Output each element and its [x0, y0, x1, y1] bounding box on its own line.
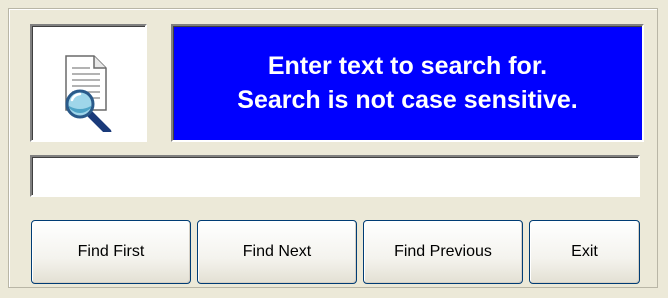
exit-button[interactable]: Exit [529, 220, 640, 284]
message-line-2: Search is not case sensitive. [237, 86, 578, 114]
find-dialog: Enter text to search for. Search is not … [0, 0, 668, 298]
find-next-button[interactable]: Find Next [197, 220, 357, 284]
instruction-message: Enter text to search for. Search is not … [171, 24, 644, 142]
message-line-1: Enter text to search for. [267, 52, 548, 80]
find-previous-button[interactable]: Find Previous [363, 220, 523, 284]
icon-panel [30, 24, 147, 142]
search-input[interactable] [30, 155, 640, 197]
document-search-icon [65, 55, 112, 132]
find-first-button[interactable]: Find First [31, 220, 191, 284]
